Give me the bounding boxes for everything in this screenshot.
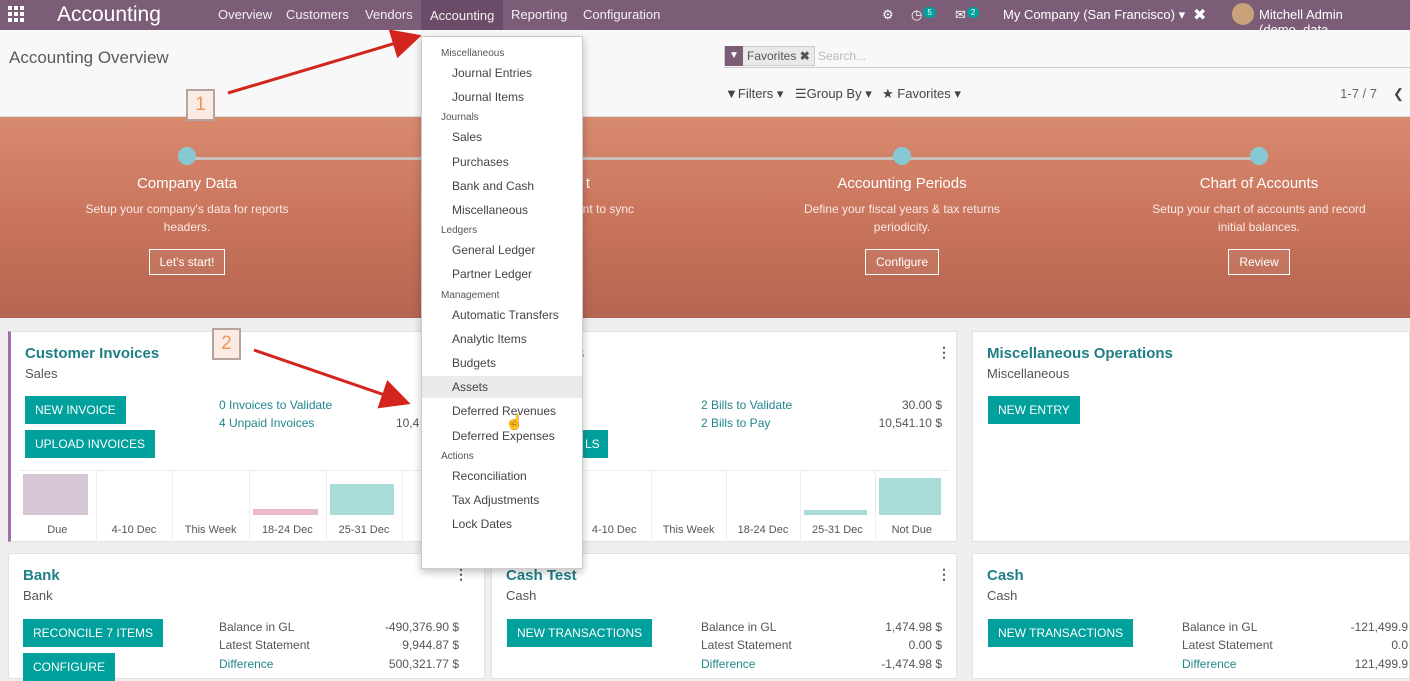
annotation-label-1: 1 [186,89,215,121]
annotation-arrow-1 [227,29,422,95]
annotation-label-2: 2 [212,328,241,360]
annotation-arrow-2 [253,348,411,409]
